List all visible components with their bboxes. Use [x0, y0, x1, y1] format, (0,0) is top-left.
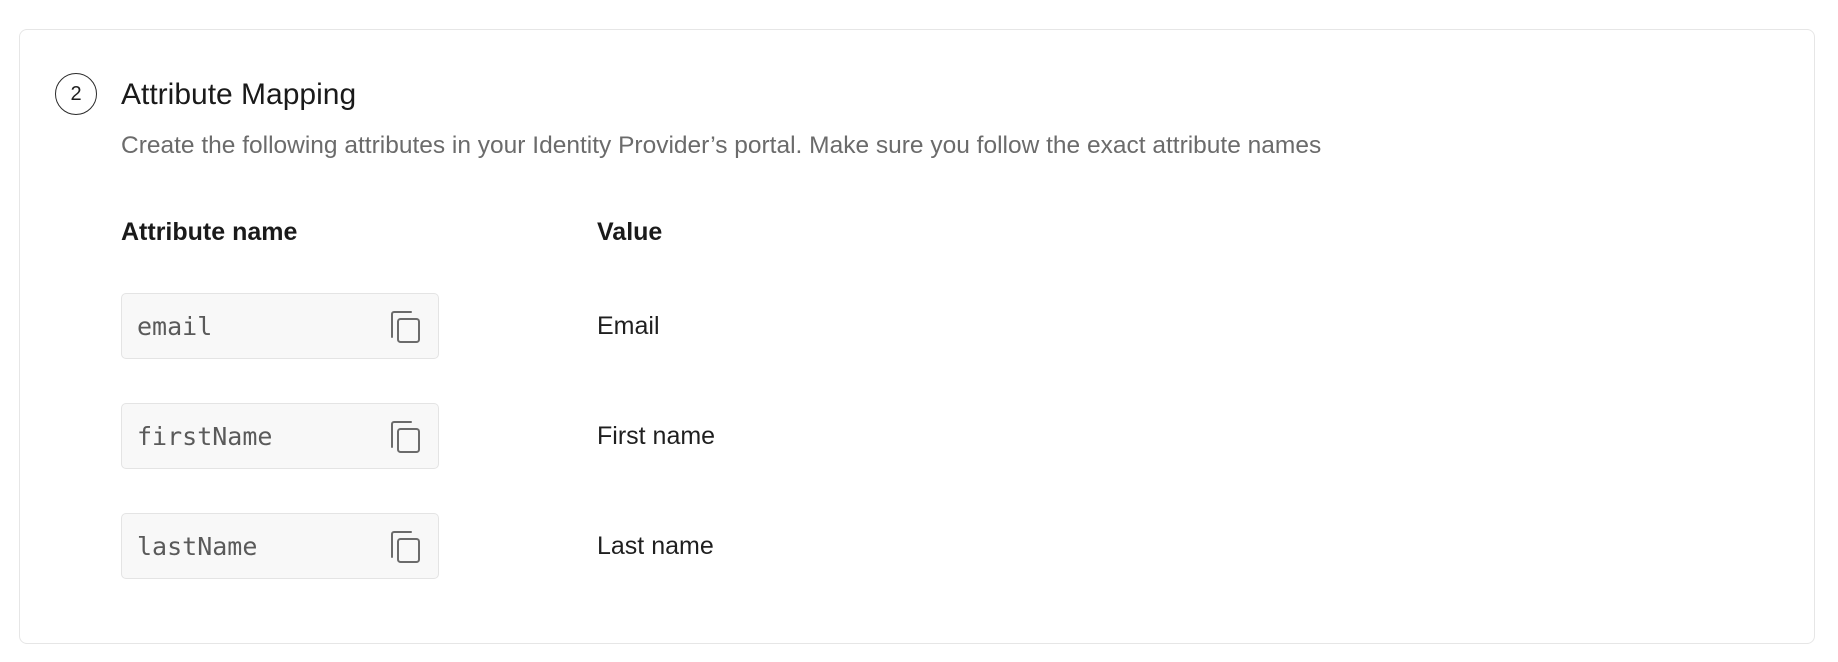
- attribute-name-field: firstName: [121, 403, 439, 469]
- attribute-row-email: email Email: [121, 293, 1321, 359]
- attribute-list: email Email firstName First name lastNam…: [121, 293, 1321, 579]
- section-description: Create the following attributes in your …: [121, 132, 1322, 159]
- step-number-badge: 2: [55, 73, 97, 115]
- copy-icon: [391, 421, 420, 453]
- attribute-name-text: email: [137, 312, 213, 341]
- attribute-value-text: First name: [597, 422, 716, 450]
- copy-icon: [391, 531, 420, 563]
- attribute-name-field: lastName: [121, 513, 439, 579]
- section-title: Attribute Mapping: [121, 78, 357, 111]
- attribute-row-firstname: firstName First name: [121, 403, 1321, 469]
- attribute-value-text: Email: [597, 312, 660, 340]
- copy-icon: [391, 311, 420, 343]
- column-header-attribute-name: Attribute name: [121, 218, 298, 246]
- attribute-name-field: email: [121, 293, 439, 359]
- attribute-value-text: Last name: [597, 532, 714, 560]
- attribute-name-text: lastName: [137, 532, 258, 561]
- copy-button[interactable]: [386, 308, 424, 346]
- column-header-value: Value: [597, 218, 663, 246]
- copy-button[interactable]: [386, 528, 424, 566]
- copy-button[interactable]: [386, 418, 424, 456]
- attribute-row-lastname: lastName Last name: [121, 513, 1321, 579]
- step-number: 2: [70, 82, 82, 105]
- attribute-name-text: firstName: [137, 422, 273, 451]
